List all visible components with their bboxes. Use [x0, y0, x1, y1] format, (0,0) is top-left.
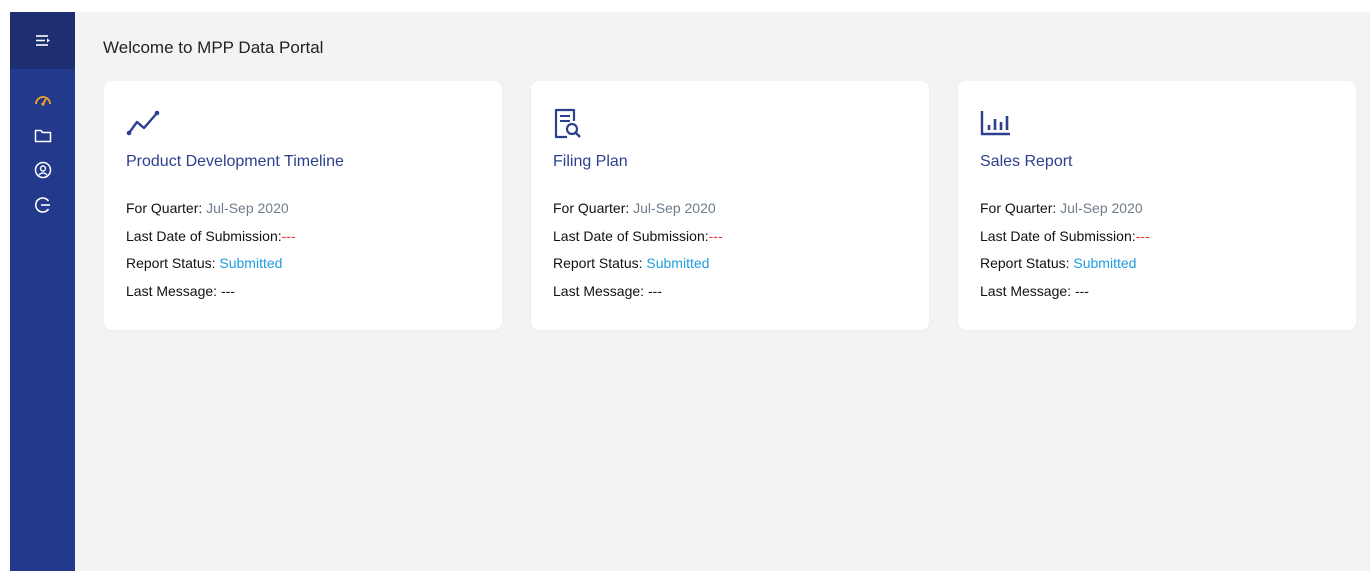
quarter-label: For Quarter:	[126, 200, 203, 216]
last-date-row: Last Date of Submission:---	[126, 227, 296, 255]
message-label: Last Message:	[980, 282, 1072, 299]
dashboard-icon	[34, 93, 52, 107]
status-row: Report Status: Submitted	[980, 254, 1150, 282]
quarter-value: Jul-Sep 2020	[633, 200, 716, 216]
quarter-label: For Quarter:	[980, 200, 1057, 216]
last-date-row: Last Date of Submission:---	[980, 227, 1150, 255]
folder-icon	[34, 128, 52, 143]
user-icon	[34, 161, 52, 179]
card-title[interactable]: Product Development Timeline	[126, 153, 344, 171]
logout-icon	[34, 196, 52, 214]
menu-collapse-icon[interactable]	[35, 34, 51, 48]
card-details: For Quarter: Jul-Sep 2020 Last Date of S…	[126, 199, 296, 309]
last-date-label: Last Date of Submission:	[980, 227, 1136, 244]
status-row: Report Status: Submitted	[126, 254, 296, 282]
quarter-value: Jul-Sep 2020	[206, 200, 289, 216]
last-date-label: Last Date of Submission:	[553, 227, 709, 244]
card-sales-report[interactable]: Sales Report For Quarter: Jul-Sep 2020 L…	[958, 81, 1356, 330]
status-label: Report Status:	[980, 255, 1070, 271]
message-label: Last Message:	[126, 282, 218, 299]
quarter-row: For Quarter: Jul-Sep 2020	[553, 199, 723, 227]
sidebar-item-folder[interactable]	[28, 122, 58, 148]
quarter-row: For Quarter: Jul-Sep 2020	[126, 199, 296, 227]
card-product-development-timeline[interactable]: Product Development Timeline For Quarter…	[104, 81, 502, 330]
sidebar-nav	[10, 69, 75, 227]
card-title[interactable]: Filing Plan	[553, 153, 628, 171]
sidebar-item-dashboard[interactable]	[28, 87, 58, 113]
trend-line-icon	[126, 108, 160, 138]
document-search-icon	[553, 108, 581, 139]
sidebar-item-profile[interactable]	[28, 157, 58, 183]
message-value: ---	[647, 282, 662, 299]
quarter-value: Jul-Sep 2020	[1060, 200, 1143, 216]
sidebar-item-logout[interactable]	[28, 192, 58, 218]
message-label: Last Message:	[553, 282, 645, 299]
last-date-value: ---	[1135, 227, 1150, 244]
bar-chart-icon	[980, 108, 1010, 138]
message-row: Last Message: ---	[553, 282, 723, 310]
last-date-label: Last Date of Submission:	[126, 227, 282, 244]
sidebar-header	[10, 12, 75, 69]
status-label: Report Status:	[553, 255, 643, 271]
message-value: ---	[220, 282, 235, 299]
quarter-row: For Quarter: Jul-Sep 2020	[980, 199, 1150, 227]
card-details: For Quarter: Jul-Sep 2020 Last Date of S…	[980, 199, 1150, 309]
last-date-value: ---	[708, 227, 723, 244]
message-row: Last Message: ---	[126, 282, 296, 310]
quarter-label: For Quarter:	[553, 200, 630, 216]
card-filing-plan[interactable]: Filing Plan For Quarter: Jul-Sep 2020 La…	[531, 81, 929, 330]
message-value: ---	[1074, 282, 1089, 299]
status-value: Submitted	[219, 255, 283, 271]
status-value: Submitted	[646, 255, 710, 271]
last-date-value: ---	[281, 227, 296, 244]
sidebar	[10, 12, 75, 571]
card-details: For Quarter: Jul-Sep 2020 Last Date of S…	[553, 199, 723, 309]
last-date-row: Last Date of Submission:---	[553, 227, 723, 255]
page-title: Welcome to MPP Data Portal	[103, 38, 324, 57]
main-content: Welcome to MPP Data Portal Product Devel…	[75, 12, 1370, 571]
status-label: Report Status:	[126, 255, 216, 271]
status-row: Report Status: Submitted	[553, 254, 723, 282]
card-title[interactable]: Sales Report	[980, 153, 1073, 171]
message-row: Last Message: ---	[980, 282, 1150, 310]
status-value: Submitted	[1073, 255, 1137, 271]
